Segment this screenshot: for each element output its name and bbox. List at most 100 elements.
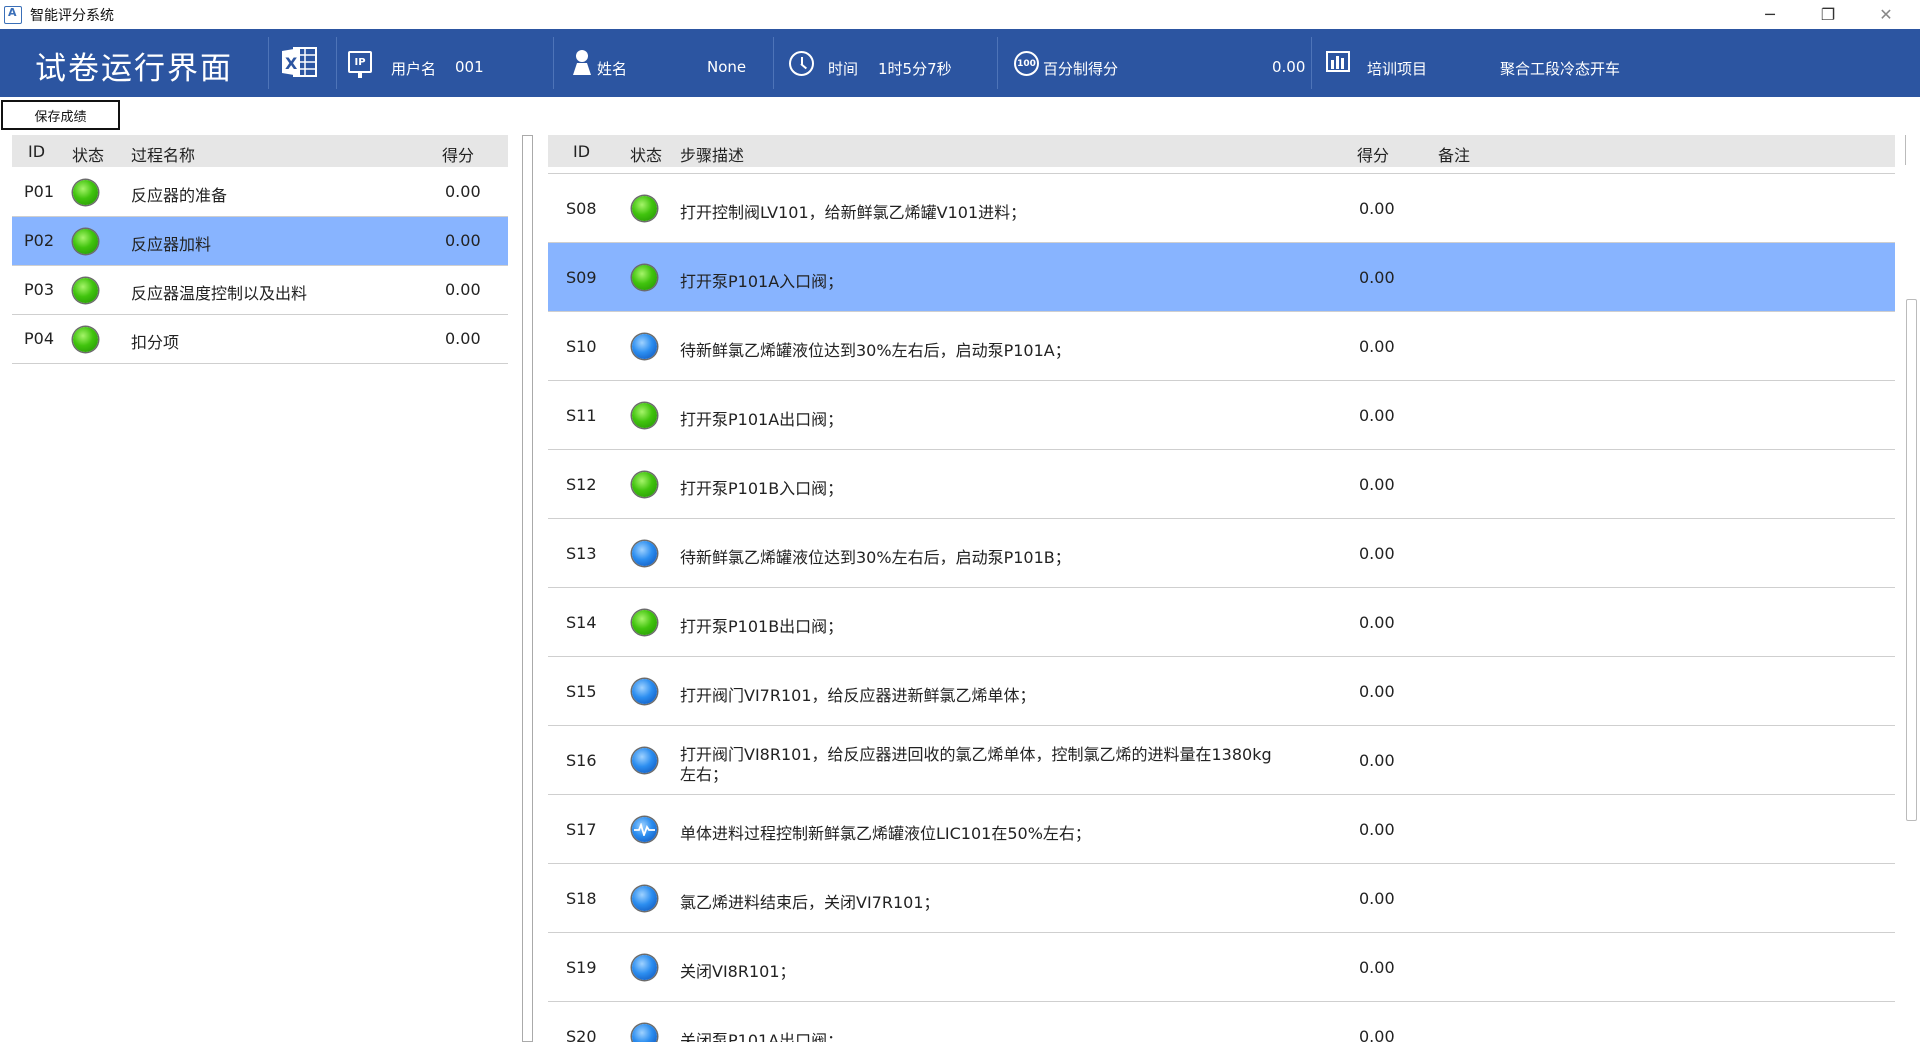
header-score: 得分 [1357, 146, 1390, 165]
status-led-blue-icon [632, 955, 657, 980]
step-row[interactable]: S12 打开泵P101B入口阀； 0.00 [548, 450, 1895, 519]
row-id: S18 [566, 889, 597, 908]
step-description: 待新鲜氯乙烯罐液位达到30%左右后，启动泵P101A； [680, 341, 1071, 360]
process-name: 反应器温度控制以及出料 [131, 284, 308, 303]
score-label: 百分制得分 [1043, 60, 1119, 78]
excel-export-icon[interactable]: X [280, 45, 318, 79]
header-status: 状态 [630, 146, 663, 165]
minimize-button[interactable]: ─ [1742, 0, 1798, 29]
ip-icon: IP [348, 51, 372, 78]
row-id: S14 [566, 613, 597, 632]
vertical-scrollbar[interactable] [1903, 135, 1920, 1042]
scrollbar-track-line [1905, 135, 1906, 165]
restore-button[interactable]: ❐ [1800, 0, 1856, 29]
header-process-name: 过程名称 [131, 146, 196, 165]
step-description: 关闭泵P101A出口阀； [680, 1031, 844, 1042]
step-row[interactable]: S14 打开泵P101B出口阀； 0.00 [548, 588, 1895, 657]
status-led-green-icon [632, 403, 657, 428]
row-score: 0.00 [445, 231, 481, 250]
step-description: 打开泵P101A出口阀； [680, 410, 844, 429]
step-description: 打开泵P101A入口阀； [680, 272, 844, 291]
row-id: P03 [24, 280, 55, 299]
header-note: 备注 [1438, 146, 1471, 165]
step-description: 单体进料过程控制新鲜氯乙烯罐液位LIC101在50%左右； [680, 824, 1091, 843]
header-separator [336, 37, 337, 89]
row-id: S08 [566, 199, 597, 218]
row-score: 0.00 [1359, 958, 1395, 977]
status-led-green-icon [632, 610, 657, 635]
username-label: 用户名 [391, 60, 437, 78]
step-row[interactable]: S11 打开泵P101A出口阀； 0.00 [548, 381, 1895, 450]
close-button[interactable]: ✕ [1858, 0, 1914, 29]
row-score: 0.00 [1359, 199, 1395, 218]
row-id: S19 [566, 958, 597, 977]
app-icon [4, 5, 22, 24]
row-id: S10 [566, 337, 597, 356]
step-description: 打开泵P101B入口阀； [680, 479, 844, 498]
clock-icon [789, 51, 814, 76]
step-row[interactable]: S20 关闭泵P101A出口阀； 0.00 [548, 1002, 1895, 1042]
step-row[interactable]: S15 打开阀门VI7R101，给反应器进新鲜氯乙烯单体； 0.00 [548, 657, 1895, 726]
row-id: S09 [566, 268, 597, 287]
step-row[interactable]: S18 氯乙烯进料结束后，关闭VI7R101； 0.00 [548, 864, 1895, 933]
status-led-blue-icon [632, 541, 657, 566]
status-led-blue-icon [632, 679, 657, 704]
score-100-icon: 100 [1014, 51, 1039, 76]
step-table-header: ID 状态 步骤描述 得分 备注 [548, 135, 1895, 167]
step-description: 打开阀门VI7R101，给反应器进新鲜氯乙烯单体； [680, 686, 1036, 705]
header-bar: 试卷运行界面 X IP 用户名 001 姓名 None 时间 1时5分7秒 10… [0, 29, 1920, 97]
status-led-blue-icon [632, 1024, 657, 1042]
status-led-green-icon [73, 229, 98, 254]
row-score: 0.00 [1359, 889, 1395, 908]
step-description: 打开控制阀LV101，给新鲜氯乙烯罐V101进料； [680, 203, 1027, 222]
step-row[interactable]: S10 待新鲜氯乙烯罐液位达到30%左右后，启动泵P101A； 0.00 [548, 312, 1895, 381]
process-row[interactable]: P01 反应器的准备 0.00 [12, 168, 508, 217]
row-score: 0.00 [1359, 613, 1395, 632]
time-value: 1时5分7秒 [878, 60, 952, 78]
time-label: 时间 [828, 60, 859, 78]
status-led-wave-icon [632, 817, 657, 842]
panel-splitter[interactable] [522, 135, 533, 1042]
status-led-green-icon [73, 327, 98, 352]
page-title: 试卷运行界面 [35, 51, 233, 87]
save-score-button[interactable]: 保存成绩 [1, 100, 120, 130]
process-row[interactable]: P04 扣分项 0.00 [12, 315, 508, 364]
step-description: 关闭VI8R101； [680, 962, 796, 981]
status-led-blue-icon [632, 886, 657, 911]
step-description: 打开阀门VI8R101，给反应器进回收的氯乙烯单体，控制氯乙烯的进料量在1380… [680, 745, 1272, 764]
project-label: 培训项目 [1367, 60, 1428, 78]
process-name: 反应器的准备 [131, 186, 228, 205]
name-label: 姓名 [597, 60, 628, 78]
row-id: S20 [566, 1027, 597, 1042]
process-name: 扣分项 [131, 333, 180, 352]
row-id: P04 [24, 329, 55, 348]
step-row[interactable]: S16 打开阀门VI8R101，给反应器进回收的氯乙烯单体，控制氯乙烯的进料量在1… [548, 726, 1895, 795]
status-led-green-icon [73, 278, 98, 303]
step-table: ID 状态 步骤描述 得分 备注 S08 打开控制阀LV101，给新鲜氯乙烯罐V1… [548, 135, 1895, 1042]
status-led-green-icon [632, 196, 657, 221]
step-row[interactable]: S09 打开泵P101A入口阀； 0.00 [548, 243, 1895, 312]
step-row[interactable]: S17 单体进料过程控制新鲜氯乙烯罐液位LIC101在50%左右； 0.00 [548, 795, 1895, 864]
process-row[interactable]: P02 反应器加料 0.00 [12, 217, 508, 266]
process-row[interactable]: P03 反应器温度控制以及出料 0.00 [12, 266, 508, 315]
step-row[interactable]: S13 待新鲜氯乙烯罐液位达到30%左右后，启动泵P101B； 0.00 [548, 519, 1895, 588]
scrollbar-thumb[interactable] [1906, 299, 1917, 821]
row-id: S12 [566, 475, 597, 494]
step-description: 待新鲜氯乙烯罐液位达到30%左右后，启动泵P101B； [680, 548, 1071, 567]
row-id: P02 [24, 231, 55, 250]
row-score: 0.00 [445, 280, 481, 299]
step-row[interactable]: S08 打开控制阀LV101，给新鲜氯乙烯罐V101进料； 0.00 [548, 174, 1895, 243]
process-table: ID 状态 过程名称 得分 P01 反应器的准备 0.00 P02 反应器加料 0.00 P… [12, 135, 508, 1042]
row-score: 0.00 [1359, 337, 1395, 356]
header-id: ID [573, 142, 591, 161]
row-id: S16 [566, 751, 597, 770]
step-row[interactable]: S19 关闭VI8R101； 0.00 [548, 933, 1895, 1002]
process-table-header: ID 状态 过程名称 得分 [12, 135, 508, 167]
row-score: 0.00 [445, 182, 481, 201]
row-score: 0.00 [1359, 751, 1395, 770]
header-separator [997, 37, 998, 89]
person-icon [571, 49, 593, 75]
score-value: 0.00 [1272, 58, 1306, 76]
status-led-green-icon [73, 180, 98, 205]
header-step-desc: 步骤描述 [680, 146, 745, 165]
